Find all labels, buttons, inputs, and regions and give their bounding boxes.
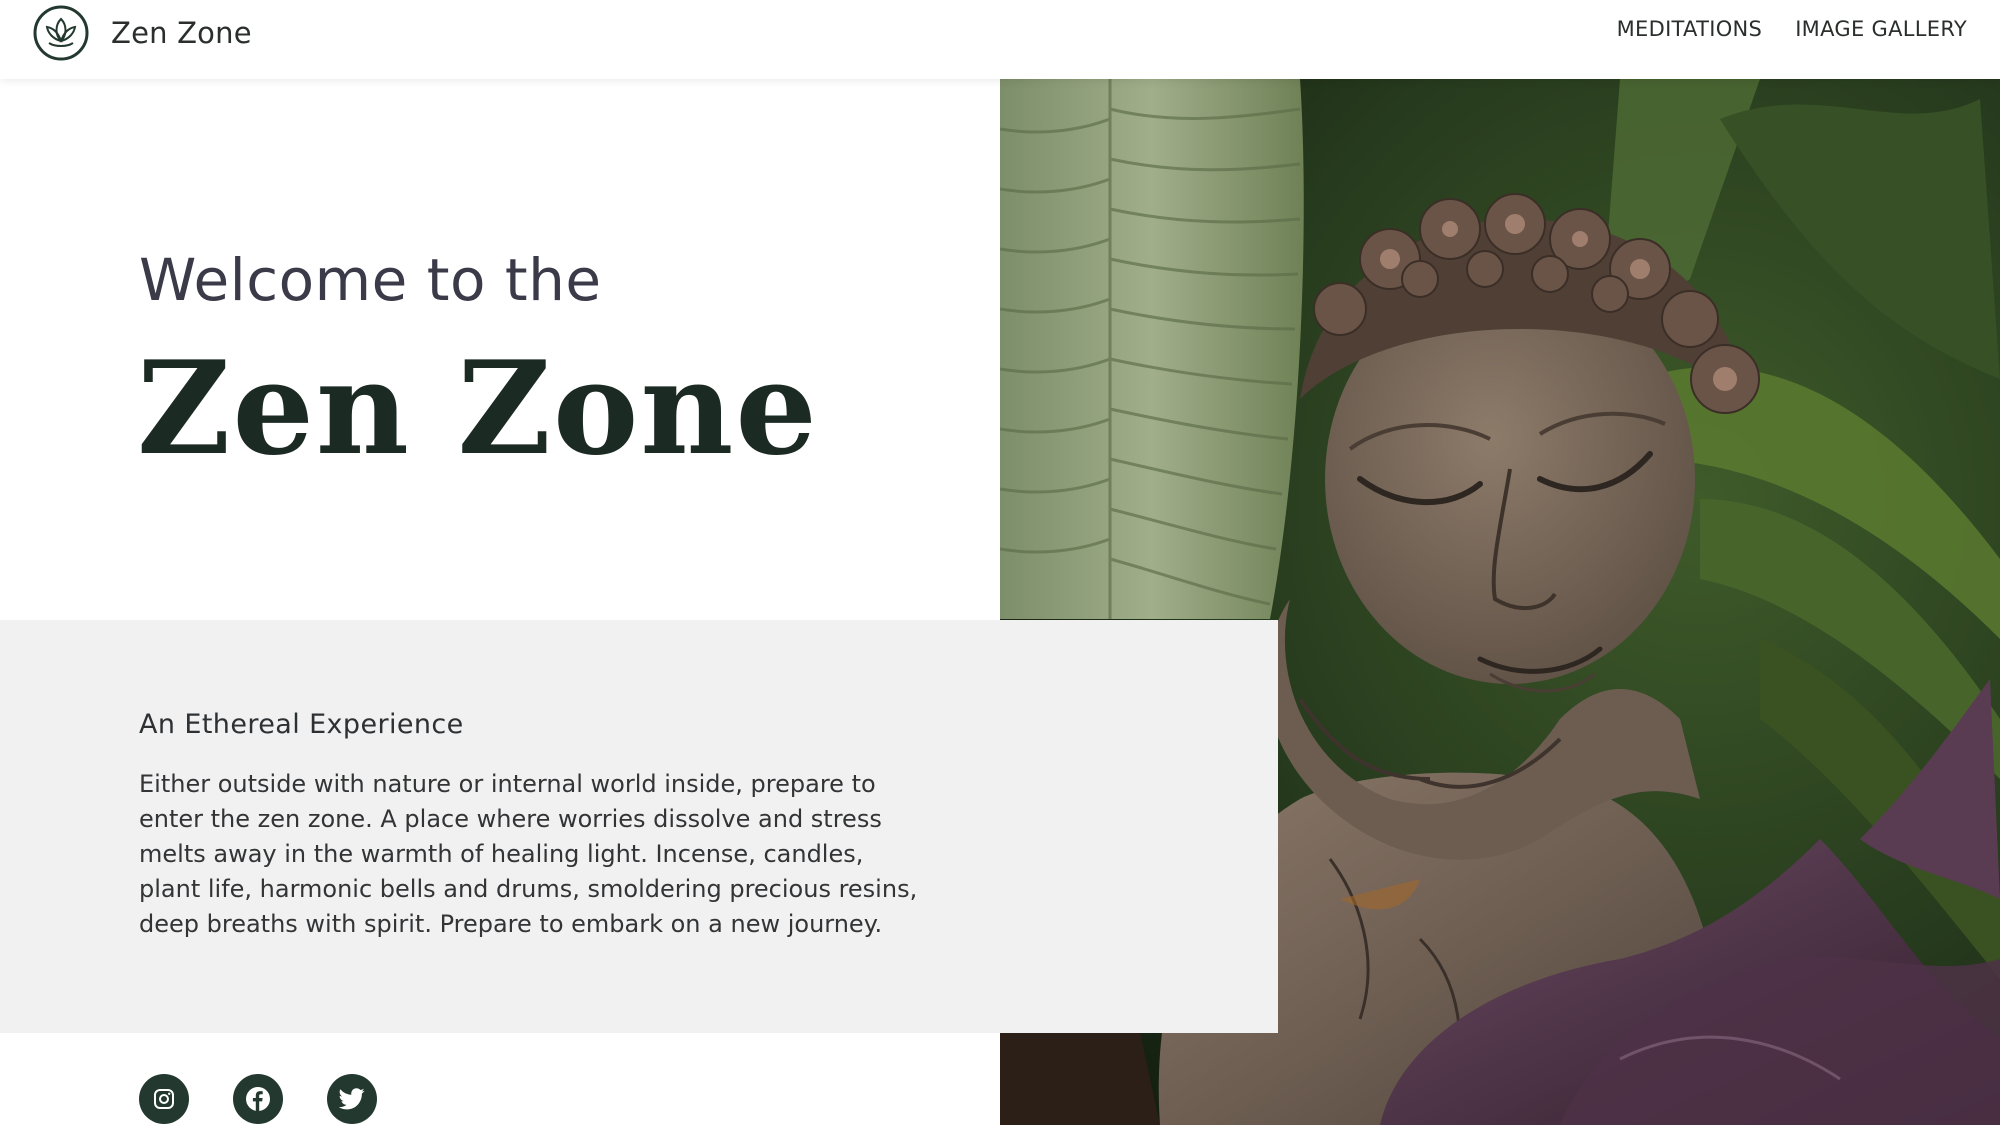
nav-item-meditations[interactable]: MEDITATIONS [1617, 17, 1763, 41]
page: Zen Zone MEDITATIONS IMAGE GALLERY Welco… [0, 0, 2000, 1125]
instagram-link[interactable] [139, 1074, 189, 1124]
nav-item-image-gallery[interactable]: IMAGE GALLERY [1795, 17, 1967, 41]
main-nav: MEDITATIONS IMAGE GALLERY [1617, 17, 1967, 41]
brand-name: Zen Zone [111, 16, 252, 50]
welcome-text: Welcome to the [139, 246, 602, 314]
intro-body: Either outside with nature or internal w… [139, 770, 918, 938]
hero-title: Zen Zone [137, 334, 819, 484]
facebook-icon [246, 1087, 270, 1111]
lotus-icon [33, 5, 89, 61]
twitter-link[interactable] [327, 1074, 377, 1124]
instagram-icon [154, 1089, 174, 1109]
facebook-link[interactable] [233, 1074, 283, 1124]
intro-panel: An Ethereal Experience Either outside wi… [0, 620, 1278, 1033]
social-links [139, 1074, 377, 1124]
intro-heading: An Ethereal Experience [139, 709, 464, 740]
site-header: Zen Zone MEDITATIONS IMAGE GALLERY [0, 0, 2000, 79]
home-logo-link[interactable]: Zen Zone [33, 5, 252, 61]
twitter-icon [339, 1088, 365, 1110]
